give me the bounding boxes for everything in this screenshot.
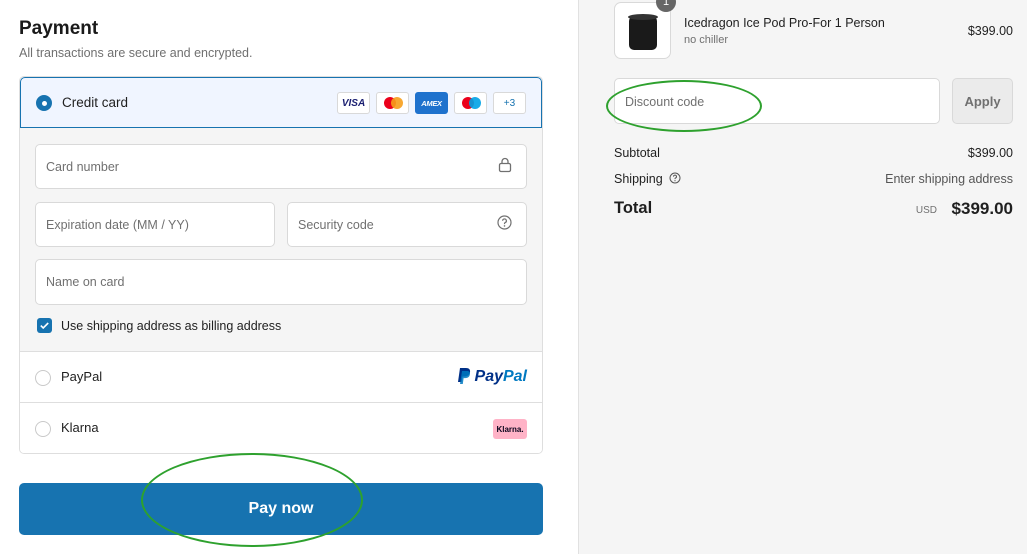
total-label: Total [614,199,653,217]
discount-code-placeholder: Discount code [625,95,705,109]
paypal-radio[interactable] [35,370,51,386]
klarna-logo: Klarna. [493,419,527,439]
card-brands: VISA AMEX +3 [337,92,526,114]
subtotal-value: $399.00 [967,146,1013,160]
help-icon[interactable] [497,214,512,235]
expiration-placeholder: Expiration date (MM / YY) [46,217,189,232]
discount-code-input[interactable]: Discount code [614,78,940,124]
total-value: $399.00 [951,199,1013,218]
shipping-row: Shipping [614,172,681,186]
name-on-card-placeholder: Name on card [46,275,125,289]
credit-card-option[interactable]: Credit card VISA AMEX +3 [20,77,542,128]
paypal-label: PayPal [61,369,103,384]
visa-icon: VISA [337,92,370,114]
product-variant: no chiller [684,34,729,46]
pay-now-button[interactable]: Pay now [19,483,543,535]
shipping-help-icon[interactable] [669,172,681,184]
paypal-icon [457,368,470,384]
total-currency: USD [915,205,937,216]
subtotal-label: Subtotal [614,146,660,160]
klarna-label: Klarna [61,420,99,435]
order-summary-panel: 1 Icedragon Ice Pod Pro-For 1 Person no … [578,0,1027,554]
lock-icon [498,156,512,177]
credit-card-label: Credit card [62,95,129,110]
product-thumbnail: 1 [614,0,676,59]
credit-card-radio[interactable] [36,95,52,111]
ice-pod-image [628,14,658,50]
security-code-placeholder: Security code [298,217,374,232]
check-icon [40,322,49,330]
apply-discount-button[interactable]: Apply [952,78,1013,124]
amex-icon: AMEX [415,92,448,114]
card-number-field[interactable]: Card number [35,144,527,189]
billing-checkbox-label: Use shipping address as billing address [61,319,282,333]
shipping-label: Shipping [614,172,663,186]
paypal-option[interactable]: PayPal PayPal [20,352,542,403]
credit-card-form: Card number Expiration date (MM / YY) Se… [20,128,542,352]
product-name: Icedragon Ice Pod Pro-For 1 Person [684,16,885,30]
payment-methods: Credit card VISA AMEX +3 Card number Exp… [19,76,543,454]
quantity-badge: 1 [656,0,676,12]
expiration-field[interactable]: Expiration date (MM / YY) [35,202,275,247]
more-brands-badge[interactable]: +3 [493,92,526,114]
klarna-radio[interactable] [35,421,51,437]
payment-title: Payment [19,18,99,39]
billing-checkbox[interactable] [37,318,52,333]
mastercard-icon [376,92,409,114]
name-on-card-field[interactable]: Name on card [35,259,527,305]
paypal-logo: PayPal [456,367,527,386]
product-price: $399.00 [967,24,1013,38]
payment-panel: Payment All transactions are secure and … [0,0,578,554]
klarna-option[interactable]: Klarna Klarna. [20,403,542,453]
card-number-placeholder: Card number [46,159,119,174]
security-code-field[interactable]: Security code [287,202,527,247]
shipping-value: Enter shipping address [885,172,1013,186]
maestro-icon [454,92,487,114]
payment-subtitle: All transactions are secure and encrypte… [19,46,253,60]
